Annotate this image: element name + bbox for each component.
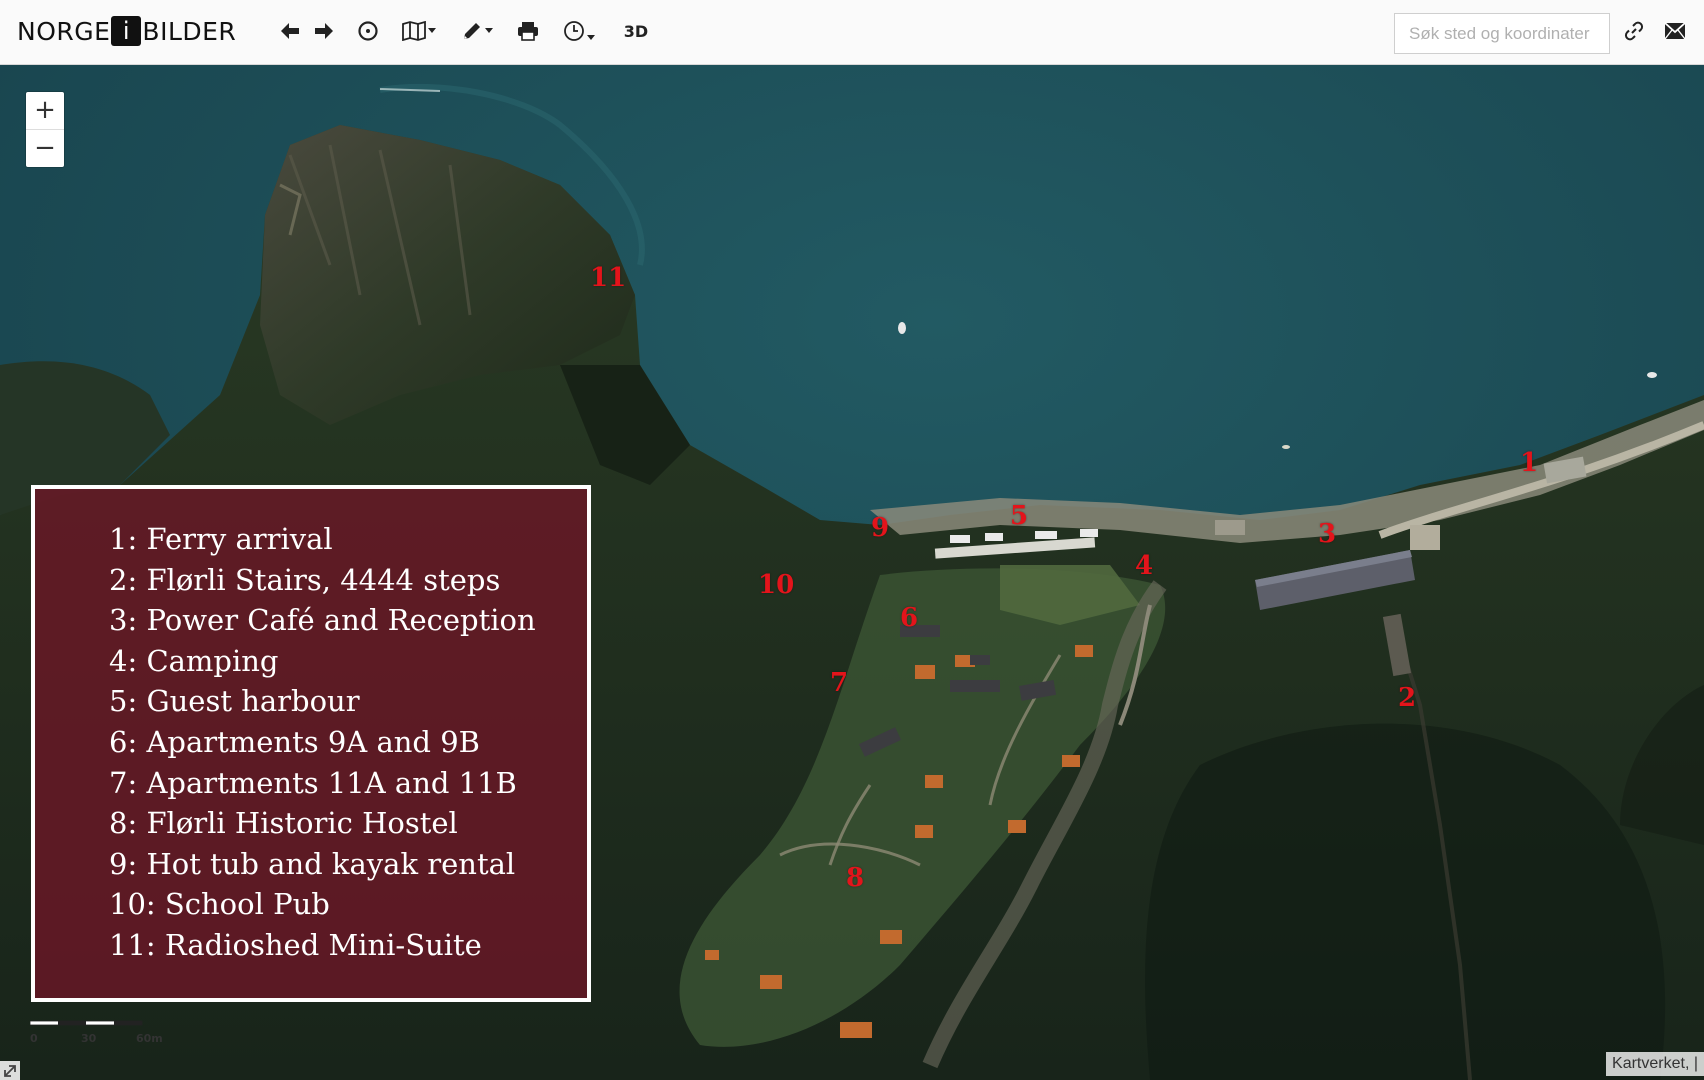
expand-button[interactable]	[0, 1061, 20, 1080]
chevron-down-icon	[485, 28, 493, 33]
three-d-button[interactable]: 3D	[622, 14, 650, 48]
reset-view-button[interactable]	[356, 14, 380, 48]
circle-icon	[358, 21, 378, 41]
map-marker-10[interactable]: 10	[758, 572, 794, 598]
app-window: NORGE i BILDER 3D Søk sted og koordinate…	[0, 0, 1704, 1080]
aerial-map-view[interactable]: + − 1 2 3 4 5 6 7 8 9 10 11 1: Ferry arr…	[0, 65, 1704, 1080]
map-marker-7[interactable]: 7	[830, 670, 848, 696]
history-button[interactable]	[560, 14, 598, 48]
map-marker-6[interactable]: 6	[900, 605, 918, 631]
top-toolbar: NORGE i BILDER 3D Søk sted og koordinate…	[0, 0, 1704, 65]
map-marker-1[interactable]: 1	[1520, 450, 1538, 476]
share-link-button[interactable]	[1622, 14, 1646, 48]
logo-suffix: BILDER	[142, 16, 237, 46]
printer-icon	[518, 22, 538, 41]
legend-item: 3: Power Café and Reception	[109, 603, 536, 638]
draw-button[interactable]	[458, 14, 496, 48]
forward-button[interactable]	[312, 14, 336, 48]
link-icon	[1624, 21, 1644, 41]
legend-item: 11: Radioshed Mini-Suite	[109, 927, 482, 962]
legend-panel: 1: Ferry arrival 2: Flørli Stairs, 4444 …	[31, 485, 591, 1002]
scale-bar-graphic	[30, 1020, 143, 1026]
map-layers-button[interactable]	[400, 14, 438, 48]
scale-label-0: 0	[30, 1032, 38, 1045]
zoom-out-button[interactable]: −	[26, 129, 64, 167]
search-input[interactable]	[1394, 13, 1610, 54]
envelope-icon	[1664, 22, 1686, 40]
logo[interactable]: NORGE i BILDER	[17, 14, 236, 48]
map-marker-8[interactable]: 8	[846, 865, 864, 891]
legend-item: 8: Flørli Historic Hostel	[109, 806, 458, 841]
scale-label-60: 60m	[136, 1032, 163, 1045]
legend-item: 5: Guest harbour	[109, 684, 360, 719]
legend-item: 7: Apartments 11A and 11B	[109, 765, 517, 800]
zoom-in-button[interactable]: +	[26, 92, 64, 129]
arrow-left-icon	[281, 23, 299, 39]
logo-prefix: NORGE	[17, 16, 111, 46]
map-marker-5[interactable]: 5	[1010, 503, 1028, 529]
legend-item: 10: School Pub	[109, 887, 330, 922]
zoom-control: + −	[26, 92, 64, 167]
chevron-down-icon	[428, 28, 436, 33]
legend-item: 4: Camping	[109, 643, 279, 678]
legend-item: 1: Ferry arrival	[109, 522, 333, 556]
clock-icon	[564, 21, 584, 41]
print-button[interactable]	[516, 14, 540, 48]
back-button[interactable]	[278, 14, 302, 48]
map-marker-2[interactable]: 2	[1398, 685, 1416, 711]
map-marker-4[interactable]: 4	[1135, 553, 1153, 579]
pencil-icon	[464, 23, 480, 39]
scale-bar: 0 30 60m	[30, 1020, 163, 1050]
map-marker-3[interactable]: 3	[1318, 521, 1336, 547]
legend-item: 6: Apartments 9A and 9B	[109, 724, 480, 759]
legend-item: 2: Flørli Stairs, 4444 steps	[109, 562, 501, 597]
map-icon	[402, 21, 426, 41]
map-marker-11[interactable]: 11	[590, 265, 626, 291]
map-marker-9[interactable]: 9	[871, 515, 889, 541]
arrow-right-icon	[315, 23, 333, 39]
expand-arrow-icon	[4, 1064, 16, 1077]
logo-i-box: i	[111, 16, 142, 46]
chevron-down-icon	[587, 35, 595, 40]
scale-label-30: 30	[81, 1032, 97, 1045]
mail-button[interactable]	[1662, 14, 1688, 48]
attribution[interactable]: Kartverket, |	[1606, 1052, 1704, 1076]
legend-item: 9: Hot tub and kayak rental	[109, 846, 516, 881]
